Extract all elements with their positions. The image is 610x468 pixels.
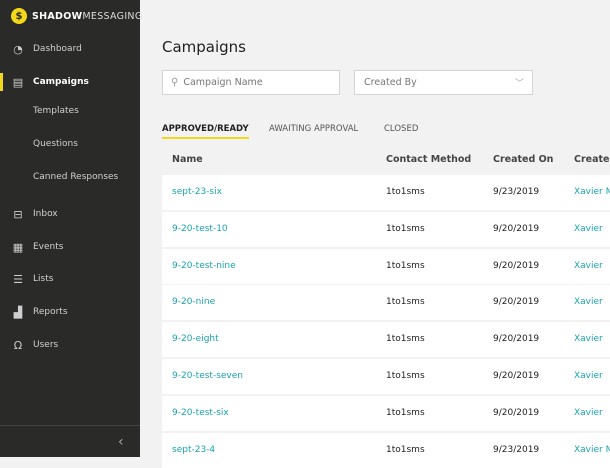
created-on: 9/20/2019: [493, 260, 540, 271]
collapse-chevron-icon[interactable]: ‹: [118, 434, 124, 450]
created-by-select[interactable]: Created By ﹀: [354, 70, 533, 95]
created-on: 9/20/2019: [493, 334, 540, 345]
sidebar-item-reports[interactable]: ▟ Reports: [0, 305, 140, 319]
campaigns-icon: ▤: [12, 75, 24, 89]
sidebar-item-inbox[interactable]: ⊟ Inbox: [0, 207, 140, 221]
tab-closed[interactable]: CLOSED: [384, 124, 418, 134]
campaign-name-link[interactable]: 9-20-test-10: [172, 224, 228, 234]
campaign-name-link[interactable]: 9-20-test-six: [172, 408, 229, 418]
table-row[interactable]: 9-20-test-nine 1to1sms 9/20/2019 Xavier: [162, 248, 610, 284]
created-on: 9/20/2019: [493, 297, 540, 308]
contact-method: 1to1sms: [386, 334, 425, 345]
campaign-name-link[interactable]: 9-20-test-seven: [172, 371, 243, 381]
tab-awaiting-approval[interactable]: AWAITING APPROVAL: [269, 124, 358, 134]
created-on: 9/23/2019: [493, 444, 540, 455]
tab-approved-ready[interactable]: APPROVED/READY: [162, 124, 249, 139]
column-header-name[interactable]: Name: [172, 154, 203, 165]
column-header-contact-method[interactable]: Contact Method: [386, 154, 471, 165]
gauge-icon: ◔: [13, 42, 23, 56]
created-by-link[interactable]: Xavier M: [574, 445, 610, 455]
logo[interactable]: $ SHADOWMESSAGING: [11, 8, 143, 24]
sidebar-item-lists[interactable]: ☰ Lists: [0, 272, 140, 286]
campaign-name-link[interactable]: sept-23-4: [172, 445, 215, 455]
contact-method: 1to1sms: [386, 407, 425, 418]
sidebar-item-users[interactable]: Ω Users: [0, 338, 140, 352]
contact-method: 1to1sms: [386, 260, 425, 271]
table-row[interactable]: 9-20-test-seven 1to1sms 9/20/2019 Xavier: [162, 359, 610, 394]
campaign-name-link[interactable]: sept-23-six: [172, 187, 222, 197]
campaign-name-link[interactable]: 9-20-nine: [172, 297, 215, 307]
contact-method: 1to1sms: [386, 444, 425, 455]
calendar-icon: ▦: [12, 240, 24, 254]
sidebar-item-events[interactable]: ▦ Events: [0, 240, 140, 254]
campaign-name-link[interactable]: 9-20-test-nine: [172, 261, 236, 271]
sidebar-divider: [0, 425, 140, 426]
dollar-coin-icon: $: [11, 8, 27, 24]
created-by-link[interactable]: Xavier: [574, 297, 603, 307]
table-row[interactable]: 9-20-test-10 1to1sms 9/20/2019 Xavier: [162, 211, 610, 247]
brand-bold: SHADOW: [32, 10, 83, 22]
sidebar-item-questions[interactable]: Questions: [0, 137, 140, 151]
contact-method: 1to1sms: [386, 297, 425, 308]
created-by-link[interactable]: Xavier: [574, 334, 603, 344]
inbox-icon: ⊟: [13, 207, 23, 221]
sidebar-item-templates[interactable]: Templates: [0, 104, 140, 118]
contact-method: 1to1sms: [386, 187, 425, 197]
page-title: Campaigns: [162, 38, 247, 56]
created-on: 9/20/2019: [493, 371, 540, 381]
created-on: 9/23/2019: [493, 187, 540, 197]
created-on: 9/20/2019: [493, 223, 540, 234]
main-content: Campaigns ⚲ Campaign Name Created By ﹀ APP…: [140, 0, 610, 468]
created-by-link[interactable]: Xavier: [574, 371, 603, 381]
list-icon: ☰: [13, 272, 23, 286]
created-by-placeholder: Created By: [364, 77, 417, 88]
search-icon: ⚲: [171, 77, 179, 88]
table-row[interactable]: 9-20-nine 1to1sms 9/20/2019 Xavier: [162, 285, 610, 321]
chevron-down-icon: ﹀: [514, 79, 524, 89]
created-by-link[interactable]: Xavier: [574, 261, 603, 271]
created-on: 9/20/2019: [493, 407, 540, 418]
user-icon: Ω: [13, 338, 23, 352]
table-row[interactable]: 9-20-eight 1to1sms 9/20/2019 Xavier: [162, 322, 610, 358]
sidebar-item-dashboard[interactable]: ◔ Dashboard: [0, 42, 140, 56]
created-by-link[interactable]: Xavier: [574, 224, 603, 234]
sidebar-item-campaigns[interactable]: ▤ Campaigns: [0, 75, 140, 89]
created-by-link[interactable]: Xavier: [574, 408, 603, 418]
table-row[interactable]: sept-23-six 1to1sms 9/23/2019 Xavier M: [162, 175, 610, 210]
table-row[interactable]: sept-23-4 1to1sms 9/23/2019 Xavier M: [162, 432, 610, 468]
column-header-created-on[interactable]: Created On: [493, 154, 553, 165]
table-row[interactable]: 9-20-test-six 1to1sms 9/20/2019 Xavier: [162, 395, 610, 431]
created-by-link[interactable]: Xavier M: [574, 187, 610, 197]
sidebar-item-canned-responses[interactable]: Canned Responses: [0, 170, 140, 184]
brand-light: MESSAGING: [82, 10, 143, 22]
bar-chart-icon: ▟: [13, 305, 23, 319]
sidebar: $ SHADOWMESSAGING ◔ Dashboard ▤ Campaigns …: [0, 0, 143, 457]
search-placeholder: Campaign Name: [183, 77, 263, 88]
contact-method: 1to1sms: [386, 371, 425, 381]
contact-method: 1to1sms: [386, 223, 425, 234]
column-header-created-by[interactable]: Created: [574, 154, 610, 165]
search-input[interactable]: ⚲ Campaign Name: [162, 70, 340, 95]
campaign-name-link[interactable]: 9-20-eight: [172, 334, 219, 344]
